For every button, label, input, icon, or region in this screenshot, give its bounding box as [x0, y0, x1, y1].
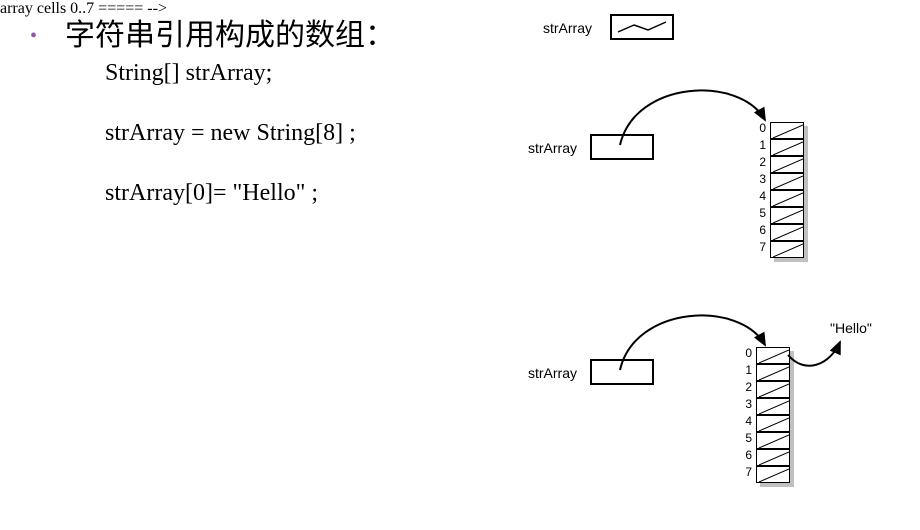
diagram2-idx-1: 1	[754, 138, 766, 152]
diagram3-idx-7: 7	[740, 465, 752, 479]
diagram2-idx-3: 3	[754, 172, 766, 186]
diagram3-idx-2: 2	[740, 380, 752, 394]
diagram3-idx-1: 1	[740, 363, 752, 377]
diagram1-box-squiggle	[612, 16, 672, 38]
diagram3-cell-3	[756, 398, 790, 415]
code-line-2: strArray = new String[8] ;	[105, 120, 356, 147]
slide-heading: 字符串引用构成的数组：	[65, 10, 395, 54]
diagram2-idx-7: 7	[754, 240, 766, 254]
diagram3-idx-6: 6	[740, 448, 752, 462]
diagram2-cell-0	[770, 122, 804, 139]
diagram2-cell-1	[770, 139, 804, 156]
diagram3-label: strArray	[528, 365, 577, 381]
diagram2-idx-4: 4	[754, 189, 766, 203]
diagram2-idx-0: 0	[754, 121, 766, 135]
code-line-1: String[] strArray;	[105, 60, 272, 87]
diagram2-idx-6: 6	[754, 223, 766, 237]
diagram2-cell-6	[770, 224, 804, 241]
diagram3-idx-5: 5	[740, 431, 752, 445]
diagram2-cell-3	[770, 173, 804, 190]
diagram3-cell-7	[756, 466, 790, 483]
diagram3-hello-arrow	[785, 330, 875, 380]
diagram2-idx-2: 2	[754, 155, 766, 169]
diagram2-idx-5: 5	[754, 206, 766, 220]
diagram2-cell-4	[770, 190, 804, 207]
diagram3-cell-6	[756, 449, 790, 466]
diagram2-cell-5	[770, 207, 804, 224]
diagram2-cell-7	[770, 241, 804, 258]
diagram3-cell-5	[756, 432, 790, 449]
diagram3-idx-4: 4	[740, 414, 752, 428]
diagram2-label: strArray	[528, 140, 577, 156]
diagram1-label: strArray	[543, 20, 592, 36]
diagram2-cell-2	[770, 156, 804, 173]
diagram3-idx-3: 3	[740, 397, 752, 411]
diagram1-box	[610, 14, 674, 40]
diagram3-hello-text: "Hello"	[830, 320, 872, 336]
code-line-3: strArray[0]= "Hello" ;	[105, 180, 318, 207]
diagram3-cell-2	[756, 381, 790, 398]
bullet-dot: •	[30, 25, 37, 48]
diagram3-idx-0: 0	[740, 346, 752, 360]
diagram3-cell-4	[756, 415, 790, 432]
